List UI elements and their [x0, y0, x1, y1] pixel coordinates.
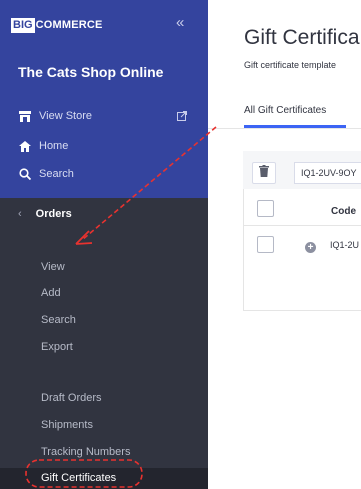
page-title: Gift Certifica	[244, 26, 360, 49]
search-icon	[18, 168, 32, 180]
expand-row-icon[interactable]: +	[305, 242, 316, 253]
bigcommerce-logo[interactable]: BIG COMMERCE	[11, 17, 103, 33]
tabs-divider	[208, 128, 361, 129]
sidebar-subitem-export[interactable]: Export	[41, 340, 73, 354]
tab-all-gift-certificates[interactable]: All Gift Certificates	[244, 105, 326, 116]
sidebar-subitem-draft-orders[interactable]: Draft Orders	[41, 391, 102, 405]
delete-button[interactable]	[252, 162, 276, 184]
home-icon	[18, 140, 32, 152]
sidebar-item-home[interactable]: Home	[18, 137, 68, 155]
sidebar-item-label: Orders	[35, 208, 72, 220]
sidebar-item-search[interactable]: Search	[18, 165, 74, 183]
logo-big: BIG	[11, 17, 35, 33]
sidebar-subitem-search[interactable]: Search	[41, 313, 76, 327]
collapse-sidebar-icon[interactable]: «	[176, 14, 184, 32]
column-header-code[interactable]: Code	[331, 206, 356, 217]
sidebar-item-label: Search	[39, 168, 74, 180]
sidebar-subitem-view[interactable]: View	[41, 260, 65, 274]
sidebar-item-orders[interactable]: ‹ Orders	[0, 203, 208, 225]
trash-icon	[259, 164, 269, 182]
sidebar-item-label: Home	[39, 140, 69, 152]
select-all-checkbox[interactable]	[257, 200, 274, 217]
sidebar-subitem-add[interactable]: Add	[41, 286, 61, 300]
sidebar-item-label: View Store	[39, 110, 92, 122]
storefront-icon	[18, 110, 32, 122]
table-cell-code[interactable]: IQ1-2U	[330, 240, 359, 250]
row-checkbox[interactable]	[257, 236, 274, 253]
external-link-icon[interactable]	[177, 111, 187, 124]
sidebar-item-view-store[interactable]: View Store	[18, 107, 92, 125]
filter-input[interactable]: IQ1-2UV-9OY	[294, 162, 361, 184]
logo-commerce: COMMERCE	[35, 19, 103, 31]
sidebar: BIG COMMERCE « The Cats Shop Online View…	[0, 0, 208, 489]
chevron-left-icon: ‹	[18, 208, 22, 220]
store-name: The Cats Shop Online	[18, 64, 164, 80]
sidebar-subitem-shipments[interactable]: Shipments	[41, 418, 93, 432]
sidebar-subitem-label: Gift Certificates	[41, 472, 117, 484]
page-subtitle: Gift certificate template	[244, 60, 337, 70]
sidebar-subitem-tracking-numbers[interactable]: Tracking Numbers	[41, 445, 130, 459]
